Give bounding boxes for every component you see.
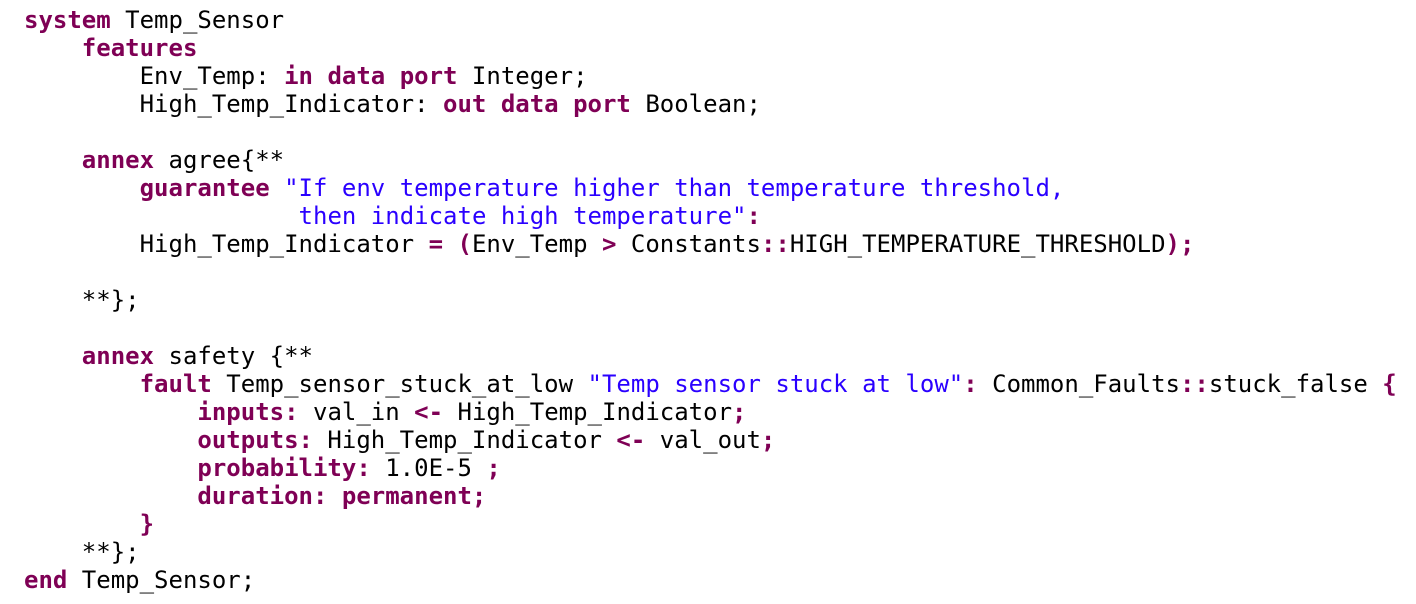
keyword-token: ;	[732, 398, 747, 426]
keyword-token: ;	[760, 426, 776, 454]
code-token: High_Temp_Indicator	[139, 230, 429, 258]
code-token: **};	[81, 538, 140, 566]
code-token: High_Temp_Indicator:	[139, 90, 444, 118]
code-line: end Temp_Sensor;	[24, 566, 1412, 594]
keyword-token: :	[746, 202, 761, 230]
keyword-token: probability:	[197, 454, 371, 482]
code-token: Common_Faults	[977, 370, 1180, 398]
code-token: stuck_false	[1208, 370, 1383, 398]
keyword-token: }	[139, 510, 155, 538]
code-line: **};	[24, 538, 1412, 566]
keyword-token: ::	[760, 230, 790, 258]
code-line: inputs: val_in <- High_Temp_Indicator;	[24, 398, 1412, 426]
code-token: Temp_Sensor	[110, 6, 285, 34]
code-line: **};	[24, 286, 1412, 314]
code-line: High_Temp_Indicator: out data port Boole…	[24, 90, 1412, 118]
code-token: Constants	[616, 230, 761, 258]
keyword-token: system	[24, 6, 111, 34]
keyword-token: :	[963, 370, 978, 398]
keyword-token: outputs:	[197, 426, 313, 454]
keyword-token: inputs:	[197, 398, 299, 426]
code-token: Temp_Sensor;	[67, 566, 256, 594]
code-line: annex safety {**	[24, 342, 1412, 370]
keyword-token: );	[1165, 230, 1195, 258]
keyword-token: =	[428, 230, 444, 258]
code-editor[interactable]: system Temp_Sensor features Env_Temp: in…	[24, 6, 1412, 594]
string-token: "If env temperature higher than temperat…	[284, 174, 1065, 202]
keyword-token: end	[24, 566, 68, 594]
keyword-token: >	[601, 230, 617, 258]
code-token: Temp_sensor_stuck_at_low	[211, 370, 588, 398]
code-line: guarantee "If env temperature higher tha…	[24, 174, 1412, 202]
keyword-token: guarantee	[139, 174, 270, 202]
keyword-token: fault	[139, 370, 212, 398]
keyword-token: in data port	[284, 62, 458, 90]
keyword-token: <-	[414, 398, 444, 426]
keyword-token: out data port	[443, 90, 631, 118]
keyword-token: <-	[616, 426, 646, 454]
code-token: **};	[81, 286, 140, 314]
code-line: }	[24, 510, 1412, 538]
string-token: then indicate high temperature"	[298, 202, 747, 230]
code-token: val_out	[645, 426, 761, 454]
keyword-token: annex	[81, 342, 155, 370]
code-line: then indicate high temperature":	[24, 202, 1412, 230]
code-line: duration: permanent;	[24, 482, 1412, 510]
code-token: HIGH_TEMPERATURE_THRESHOLD	[789, 230, 1166, 258]
keyword-token: ;	[486, 454, 501, 482]
code-line: annex agree{**	[24, 146, 1412, 174]
code-line: features	[24, 34, 1412, 62]
keyword-token: (	[457, 230, 472, 258]
code-line: Env_Temp: in data port Integer;	[24, 62, 1412, 90]
code-token: 1.0E-5	[370, 454, 487, 482]
code-line: outputs: High_Temp_Indicator <- val_out;	[24, 426, 1412, 454]
code-token: High_Temp_Indicator	[312, 426, 617, 454]
keyword-token: annex	[81, 146, 155, 174]
keyword-token: {	[1382, 370, 1397, 398]
code-line: fault Temp_sensor_stuck_at_low "Temp sen…	[24, 370, 1412, 398]
code-token: Boolean;	[630, 90, 761, 118]
code-token: High_Temp_Indicator	[443, 398, 733, 426]
code-line: probability: 1.0E-5 ;	[24, 454, 1412, 482]
code-token: agree{**	[154, 146, 285, 174]
code-token: Env_Temp	[471, 230, 602, 258]
code-token: val_in	[298, 398, 415, 426]
code-line: High_Temp_Indicator = (Env_Temp > Consta…	[24, 230, 1412, 258]
code-line: system Temp_Sensor	[24, 6, 1412, 34]
string-token: "Temp sensor stuck at low"	[587, 370, 964, 398]
code-token: safety {**	[154, 342, 313, 370]
keyword-token: features	[81, 34, 198, 62]
code-token: Integer;	[457, 62, 588, 90]
code-token: Env_Temp:	[139, 62, 285, 90]
keyword-token: duration: permanent;	[197, 482, 487, 510]
keyword-token: ::	[1179, 370, 1209, 398]
